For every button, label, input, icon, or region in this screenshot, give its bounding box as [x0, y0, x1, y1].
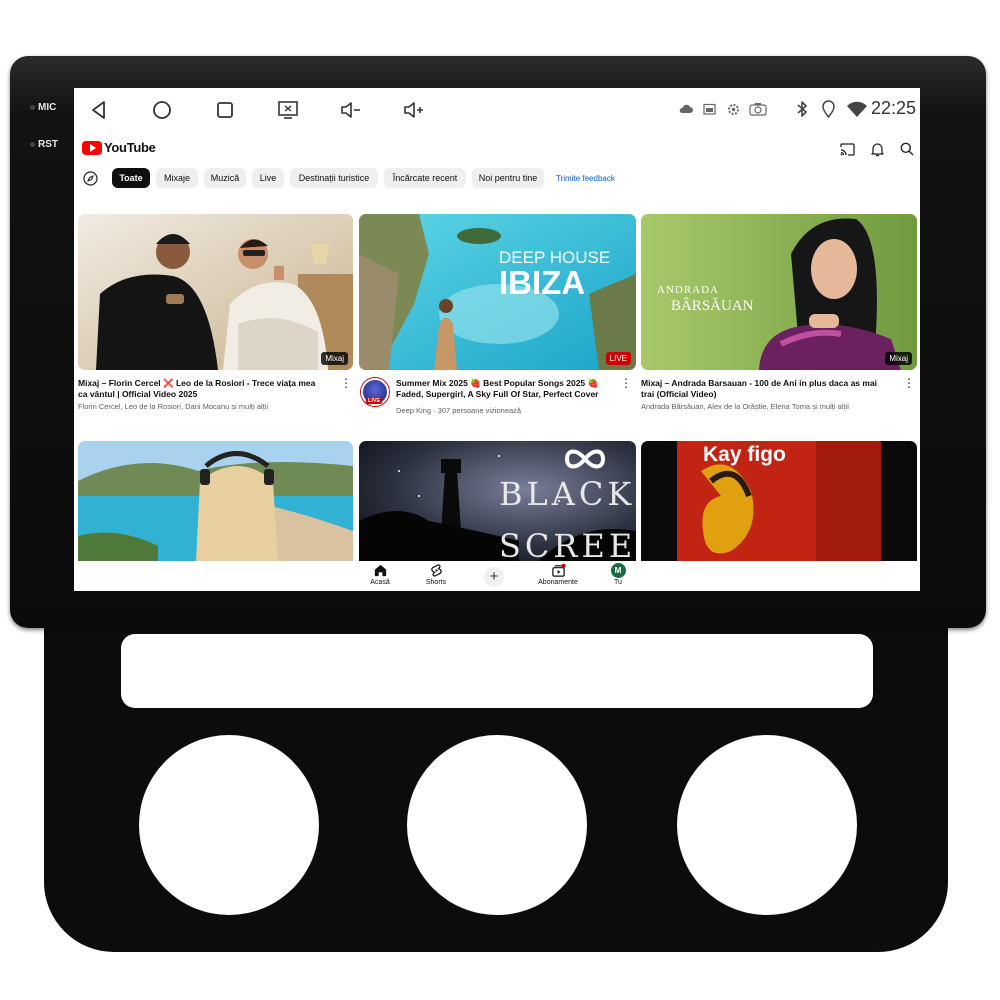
more-options-icon[interactable]: ⋮	[903, 377, 915, 394]
calendar-icon	[700, 98, 718, 120]
mix-badge: Mixaj	[885, 352, 912, 365]
climate-knob-left	[139, 735, 319, 915]
thumbnail-text-line1: BLACK	[499, 475, 636, 513]
system-bar: 22:25	[74, 88, 920, 132]
home-icon[interactable]	[147, 96, 177, 124]
camera-icon	[747, 98, 769, 120]
nav-shorts-label: Shorts	[425, 579, 447, 586]
bell-icon[interactable]	[868, 140, 886, 158]
video-meta: Deep King · 307 persoane vizionează	[396, 406, 522, 415]
thumbnail-text-big: IBIZA	[499, 264, 586, 301]
live-badge: LIVE	[605, 352, 631, 365]
chip-live[interactable]: Live	[252, 168, 284, 188]
climate-knob-center	[407, 735, 587, 915]
video-thumbnail-beach[interactable]	[78, 441, 353, 561]
cloud-icon	[677, 98, 695, 120]
thumbnail-text: Kay figo	[703, 443, 786, 466]
video-thumbnail-deep-house-ibiza[interactable]: DEEP HOUSE IBIZA LIVE	[359, 214, 636, 370]
cast-icon[interactable]	[838, 140, 856, 158]
category-chips: Toate Mixaje Muzică Live Destinații turi…	[74, 166, 920, 190]
bottom-navigation: Acasă Shorts + Abonamente M Tu	[348, 561, 658, 591]
android-screen: 22:25 YouTube Toate Mixaje Muzică Live D…	[74, 88, 920, 591]
nav-home[interactable]: Acasă	[350, 561, 410, 591]
send-feedback-link[interactable]: Trimite feedback	[556, 174, 615, 183]
channel-live-badge: LIVE	[366, 398, 383, 404]
volume-up-icon[interactable]	[399, 96, 429, 124]
video-title[interactable]: Mixaj – Florin Cercel ❌ Leo de la Rosior…	[78, 378, 318, 400]
nav-subscriptions[interactable]: Abonamente	[528, 561, 588, 591]
nav-home-label: Acasă	[370, 579, 390, 586]
volume-down-icon[interactable]	[336, 96, 366, 124]
more-options-icon[interactable]: ⋮	[340, 377, 352, 394]
thumbnail-text-big: BÂRSĂUAN	[671, 298, 754, 314]
search-icon[interactable]	[898, 140, 916, 158]
chip-incarcate-recent[interactable]: Încărcate recent	[384, 168, 466, 188]
chip-noi-pentru-tine[interactable]: Noi pentru tine	[472, 168, 544, 188]
status-clock: 22:25	[870, 98, 916, 118]
video-thumbnail-black-screen[interactable]: BLACK SCREEN	[359, 441, 636, 561]
youtube-logo[interactable]: YouTube	[82, 140, 156, 155]
compass-icon[interactable]	[80, 168, 100, 188]
nav-you[interactable]: M Tu	[588, 561, 648, 591]
nav-shorts[interactable]: Shorts	[406, 561, 466, 591]
location-icon	[819, 98, 837, 120]
wifi-icon	[845, 98, 869, 120]
video-meta: Florin Cercel, Leo de la Rosiori, Dani M…	[78, 402, 269, 411]
more-options-icon[interactable]: ⋮	[620, 377, 632, 394]
video-thumbnail-andrada-barsauan[interactable]: ANDRADA BÂRSĂUAN Mixaj	[641, 214, 917, 370]
youtube-header: YouTube	[74, 132, 920, 164]
reset-label: RST	[38, 139, 58, 150]
nav-subscriptions-label: Abonamente	[538, 579, 578, 586]
mic-label: MIC	[38, 102, 57, 113]
chip-mixaje[interactable]: Mixaje	[156, 168, 198, 188]
mix-badge: Mixaj	[321, 352, 348, 365]
user-avatar: M	[610, 563, 626, 578]
chip-toate[interactable]: Toate	[112, 168, 150, 188]
video-thumbnail-kay-figo[interactable]: Kay figo	[641, 441, 917, 561]
video-meta: Andrada Bârsăuan, Alex de la Orăștie, El…	[641, 402, 849, 411]
climate-knob-right	[677, 735, 857, 915]
youtube-logo-text: YouTube	[104, 140, 156, 155]
nav-you-label: Tu	[614, 579, 622, 586]
subscriptions-icon	[551, 563, 566, 577]
chip-muzica[interactable]: Muzică	[204, 168, 246, 188]
video-title[interactable]: Summer Mix 2025 🍓 Best Popular Songs 202…	[396, 378, 601, 400]
video-thumbnail-florin-cercel[interactable]: Mixaj	[78, 214, 353, 370]
screenshot-icon[interactable]	[273, 96, 303, 124]
settings-icon	[724, 98, 742, 120]
panel-slot	[121, 634, 873, 708]
thumbnail-text-line2: SCREEN	[499, 527, 636, 561]
chip-destinatii-turistice[interactable]: Destinații turistice	[290, 168, 378, 188]
thumbnail-text-small: ANDRADA	[657, 284, 719, 296]
video-title[interactable]: Mixaj – Andrada Barsauan - 100 de Ani in…	[641, 378, 886, 400]
home-filled-icon	[374, 564, 386, 577]
shorts-icon	[430, 564, 442, 577]
reset-hole[interactable]	[30, 142, 35, 147]
create-plus-icon[interactable]: +	[484, 567, 504, 587]
youtube-play-icon	[82, 140, 102, 155]
mic-hole	[30, 105, 35, 110]
recents-icon[interactable]	[210, 96, 240, 124]
back-icon[interactable]	[84, 96, 114, 124]
bluetooth-icon	[793, 98, 811, 120]
